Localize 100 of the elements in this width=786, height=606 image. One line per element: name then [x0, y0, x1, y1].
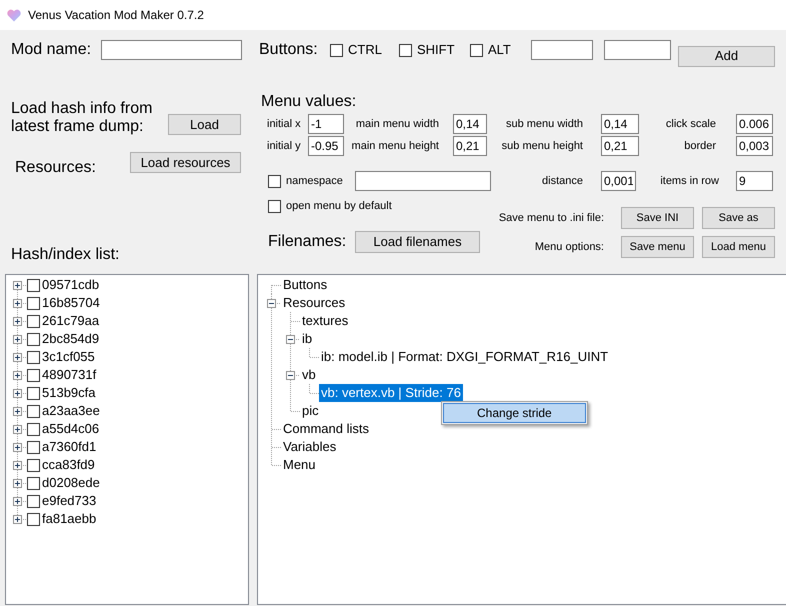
expand-icon[interactable] — [13, 479, 22, 488]
collapse-icon[interactable] — [286, 335, 295, 344]
load-filenames-button[interactable]: Load filenames — [355, 231, 480, 253]
tree-item[interactable]: Variables — [281, 438, 338, 456]
tree-item[interactable]: Menu — [281, 456, 318, 474]
hash-item[interactable]: d0208ede — [42, 474, 100, 492]
tree-item[interactable]: vb — [300, 366, 318, 384]
buttons-label: Buttons: — [259, 41, 318, 58]
tree-item[interactable]: ib: model.ib | Format: DXGI_FORMAT_R16_UINT — [319, 348, 610, 366]
hash-item[interactable]: e9fed733 — [42, 492, 96, 510]
namespace-field[interactable] — [355, 171, 491, 191]
number-field[interactable]: 0,14 — [453, 114, 487, 134]
hash-item[interactable]: fa81aebb — [42, 510, 96, 528]
expand-icon[interactable] — [13, 371, 22, 380]
field-label: border — [684, 139, 716, 153]
hash-item[interactable]: 261c79aa — [42, 312, 100, 330]
expand-icon[interactable] — [13, 425, 22, 434]
tree-item[interactable]: textures — [300, 312, 350, 330]
expand-icon[interactable] — [13, 443, 22, 452]
menu-options-label: Menu options: — [534, 240, 604, 255]
context-option[interactable]: Change stride — [443, 403, 586, 423]
hash-item[interactable]: cca83fd9 — [42, 456, 95, 474]
field-label: initial y — [267, 139, 301, 153]
expand-icon[interactable] — [13, 407, 22, 416]
number-field[interactable]: 0.006 — [736, 114, 773, 134]
checkbox[interactable] — [268, 174, 281, 188]
key-field[interactable] — [531, 40, 593, 60]
checkbox[interactable] — [27, 278, 40, 292]
load-hash-label: Load hash info from latest frame dump: — [11, 100, 154, 136]
number-field[interactable]: 0,21 — [601, 136, 639, 156]
expand-icon[interactable] — [13, 353, 22, 362]
number-field[interactable]: -0.95 — [308, 136, 344, 156]
checkbox-label: open menu by default — [286, 198, 392, 214]
collapse-icon[interactable] — [286, 371, 295, 380]
checkbox[interactable] — [330, 44, 343, 56]
tree-item[interactable]: Command lists — [281, 420, 371, 438]
checkbox[interactable] — [268, 200, 281, 212]
expand-icon[interactable] — [13, 461, 22, 470]
tree-item[interactable]: Resources — [281, 294, 348, 312]
checkbox[interactable] — [399, 44, 412, 56]
hash-item[interactable]: a55d4c06 — [42, 420, 100, 438]
number-field[interactable]: 9 — [736, 171, 773, 191]
tree-line — [309, 384, 319, 394]
modifier-label: CTRL — [348, 41, 382, 60]
hash-item[interactable]: 16b85704 — [42, 294, 100, 312]
number-field[interactable]: 0,003 — [736, 136, 773, 156]
expand-icon[interactable] — [13, 515, 22, 524]
tree-item[interactable]: Buttons — [281, 276, 330, 294]
number-field[interactable]: 0,14 — [601, 114, 639, 134]
hash-list-label: Hash/index list: — [11, 246, 120, 264]
hash-item[interactable]: a7360fd1 — [42, 438, 96, 456]
save-ini-button[interactable]: Save INI — [621, 207, 694, 229]
number-field[interactable]: -1 — [308, 114, 344, 134]
checkbox[interactable] — [27, 476, 40, 490]
key-field[interactable] — [604, 40, 671, 60]
checkbox[interactable] — [470, 44, 483, 56]
collapse-icon[interactable] — [267, 299, 276, 308]
checkbox[interactable] — [27, 494, 40, 508]
field-label: main menu width — [356, 117, 439, 131]
mod-name-field[interactable] — [101, 40, 242, 60]
number-field[interactable]: 0,001 — [601, 171, 636, 191]
checkbox[interactable] — [27, 458, 40, 472]
checkbox[interactable] — [27, 314, 40, 328]
hash-item[interactable]: 2bc854d9 — [42, 330, 100, 348]
field-label: sub menu height — [502, 139, 583, 153]
menu-option-button[interactable]: Load menu — [702, 236, 775, 258]
tree-item[interactable]: pic — [300, 402, 321, 420]
save-ini-button[interactable]: Save as — [702, 207, 775, 229]
checkbox-label: namespace — [286, 174, 343, 189]
field-label: distance — [542, 174, 583, 189]
tree-item[interactable]: ib — [300, 330, 314, 348]
menu-option-button[interactable]: Save menu — [621, 236, 694, 258]
load-button[interactable]: Load — [168, 114, 241, 135]
checkbox[interactable] — [27, 368, 40, 382]
expand-icon[interactable] — [13, 299, 22, 308]
window-title: Venus Vacation Mod Maker 0.7.2 — [28, 7, 204, 24]
checkbox[interactable] — [27, 386, 40, 400]
checkbox[interactable] — [27, 404, 40, 418]
tree-item[interactable]: vb: vertex.vb | Stride: 76 — [319, 384, 463, 402]
expand-icon[interactable] — [13, 335, 22, 344]
tree-line — [309, 348, 319, 358]
expand-icon[interactable] — [13, 497, 22, 506]
expand-icon[interactable] — [13, 317, 22, 326]
checkbox[interactable] — [27, 422, 40, 436]
checkbox[interactable] — [27, 296, 40, 310]
hash-item[interactable]: 3c1cf055 — [42, 348, 95, 366]
hash-item[interactable]: 4890731f — [42, 366, 96, 384]
load-resources-button[interactable]: Load resources — [130, 152, 241, 173]
save-ini-label: Save menu to .ini file: — [498, 210, 604, 226]
add-button[interactable]: Add — [678, 46, 775, 66]
checkbox[interactable] — [27, 350, 40, 364]
hash-item[interactable]: 09571cdb — [42, 276, 100, 294]
hash-item[interactable]: 513b9cfa — [42, 384, 96, 402]
checkbox[interactable] — [27, 332, 40, 346]
number-field[interactable]: 0,21 — [453, 136, 487, 156]
expand-icon[interactable] — [13, 281, 22, 290]
checkbox[interactable] — [27, 512, 40, 526]
checkbox[interactable] — [27, 440, 40, 454]
hash-item[interactable]: a23aa3ee — [42, 402, 100, 420]
expand-icon[interactable] — [13, 389, 22, 398]
